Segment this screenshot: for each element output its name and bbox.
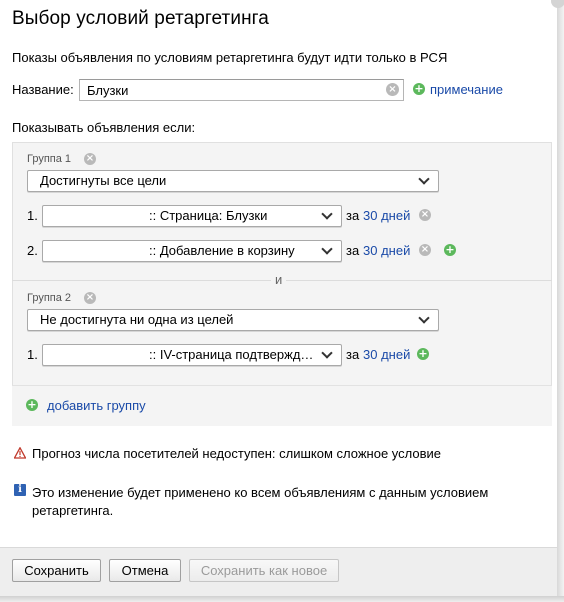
- group-2-label: Группа 2: [27, 292, 72, 304]
- goal-name: :: IV-страница подтвержд…: [149, 347, 314, 362]
- group-2-mode-value: Не достигнута ни одна из целей: [40, 312, 234, 327]
- add-condition-icon[interactable]: +: [417, 348, 429, 360]
- period-link[interactable]: 30 дней: [363, 347, 410, 362]
- name-label: Название:: [12, 82, 74, 97]
- goal-name: :: Добавление в корзину: [149, 243, 295, 258]
- dialog-shadow-bottom: [0, 596, 564, 602]
- goal-counter-blank: [44, 242, 148, 260]
- add-note-link[interactable]: примечание: [430, 82, 503, 97]
- warning-icon: [14, 447, 26, 459]
- remove-group-1-icon[interactable]: ×: [84, 153, 96, 165]
- and-separator: и: [271, 272, 287, 287]
- add-note-icon[interactable]: +: [413, 83, 425, 95]
- save-button[interactable]: Сохранить: [12, 559, 101, 582]
- period-prefix: за: [346, 208, 360, 223]
- info-icon: i: [14, 484, 26, 496]
- dialog-shadow: [557, 0, 564, 602]
- chevron-down-icon: [418, 312, 430, 324]
- name-input[interactable]: [79, 79, 404, 101]
- group-2-condition-1-goal-select[interactable]: :: IV-страница подтвержд…: [42, 344, 342, 366]
- chevron-down-icon: [321, 243, 333, 255]
- group-2-mode-select[interactable]: Не достигнута ни одна из целей: [27, 309, 439, 331]
- condition-number: 2.: [27, 243, 38, 258]
- period-prefix: за: [346, 243, 360, 258]
- period-link[interactable]: 30 дней: [363, 208, 410, 223]
- goal-counter-blank: [44, 207, 148, 225]
- remove-condition-icon[interactable]: ×: [419, 209, 431, 221]
- save-as-new-button[interactable]: Сохранить как новое: [189, 559, 339, 582]
- add-group-icon[interactable]: +: [26, 399, 38, 411]
- dialog-title: Выбор условий ретаргетинга: [12, 8, 269, 29]
- show-if-label: Показывать объявления если:: [12, 120, 196, 135]
- chevron-down-icon: [321, 208, 333, 220]
- group-1-mode-select[interactable]: Достигнуты все цели: [27, 170, 439, 192]
- add-condition-icon[interactable]: +: [444, 244, 456, 256]
- clear-name-icon[interactable]: ×: [386, 83, 399, 96]
- add-group-link[interactable]: добавить группу: [47, 398, 146, 413]
- chevron-down-icon: [321, 347, 333, 359]
- remove-condition-icon[interactable]: ×: [419, 244, 431, 256]
- condition-number: 1.: [27, 208, 38, 223]
- dialog-subtitle: Показы объявления по условиям ретаргетин…: [12, 50, 448, 65]
- goal-name: :: Страница: Блузки: [149, 208, 268, 223]
- cancel-button[interactable]: Отмена: [109, 559, 181, 582]
- period-link[interactable]: 30 дней: [363, 243, 410, 258]
- forecast-warning: Прогноз числа посетителей недоступен: сл…: [32, 446, 441, 461]
- group-1-label: Группа 1: [27, 153, 72, 165]
- period-prefix: за: [346, 347, 360, 362]
- info-message: Это изменение будет применено ко всем об…: [32, 485, 489, 518]
- goal-counter-blank: [44, 346, 148, 364]
- chevron-down-icon: [418, 173, 430, 185]
- remove-group-2-icon[interactable]: ×: [84, 292, 96, 304]
- group-1-mode-value: Достигнуты все цели: [40, 173, 167, 188]
- group-1-condition-1-goal-select[interactable]: :: Страница: Блузки: [42, 205, 342, 227]
- group-1-condition-2-goal-select[interactable]: :: Добавление в корзину: [42, 240, 342, 262]
- condition-number: 1.: [27, 347, 38, 362]
